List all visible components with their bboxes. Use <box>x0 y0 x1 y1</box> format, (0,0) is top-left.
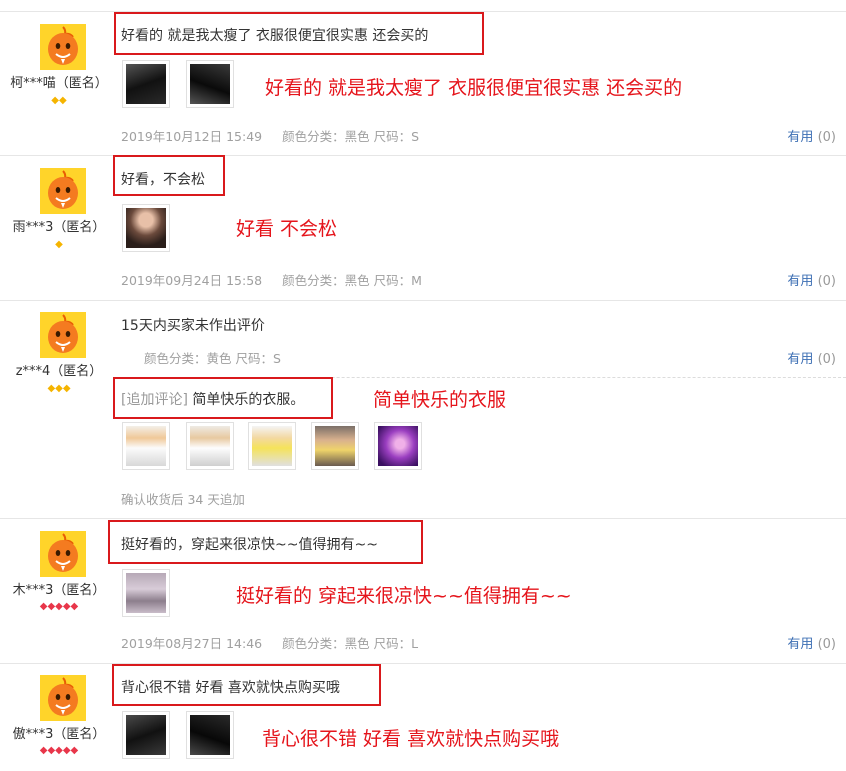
red-diamond-level-icon: ◆◆◆◆◆ <box>39 745 79 756</box>
useful-label: 有用 <box>787 637 814 652</box>
username[interactable]: 木***3（匿名） <box>0 579 118 598</box>
annotation-text: 简单快乐的衣服 <box>373 389 507 411</box>
user-avatar[interactable] <box>40 312 86 358</box>
useful-count: (0) <box>817 130 836 145</box>
useful-button[interactable]: 有用 (0) <box>787 270 836 289</box>
review-item: 雨***3（匿名） ◆ 好看，不会松 好看 不会松 2019年09月24日 15… <box>0 155 846 300</box>
sku-info: 颜色分类：黄色 尺码：S <box>144 351 281 366</box>
append-time: 确认收货后 34 天追加 <box>121 492 245 507</box>
append-text: 简单快乐的衣服。 <box>192 392 305 408</box>
useful-count: (0) <box>817 637 836 652</box>
review-item: z***4（匿名） ◆◆◆ 15天内买家未作出评价 颜色分类：黄色 尺码：S 有… <box>0 301 846 518</box>
useful-count: (0) <box>817 352 836 367</box>
review-photo[interactable] <box>186 422 234 470</box>
user-avatar[interactable] <box>40 168 86 214</box>
useful-button[interactable]: 有用 (0) <box>787 633 836 652</box>
review-photo[interactable] <box>122 422 170 470</box>
review-photo[interactable] <box>374 422 422 470</box>
review-photo[interactable] <box>248 422 296 470</box>
review-photo[interactable] <box>122 569 170 617</box>
useful-count: (0) <box>817 274 836 289</box>
review-date: 2019年09月24日 15:58 <box>121 273 263 288</box>
review-text: 15天内买家未作出评价 <box>121 318 265 334</box>
review-text: 背心很不错 好看 喜欢就快点购买哦 <box>121 680 340 696</box>
useful-label: 有用 <box>787 130 814 145</box>
review-photo[interactable] <box>186 711 234 759</box>
review-text: 好看，不会松 <box>121 172 205 188</box>
review-text: 挺好看的，穿起来很凉快~~值得拥有~~ <box>121 537 378 553</box>
append-review: [追加评论] 简单快乐的衣服。 <box>121 389 304 409</box>
useful-label: 有用 <box>787 274 814 289</box>
user-avatar[interactable] <box>40 531 86 577</box>
username[interactable]: 傲***3（匿名） <box>0 723 118 742</box>
username[interactable]: 柯***喵（匿名） <box>0 72 118 91</box>
review-item: 傲***3（匿名） ◆◆◆◆◆ 背心很不错 好看 喜欢就快点购买哦 背心很不错 … <box>0 664 846 771</box>
diamond-level-icon: ◆◆ <box>51 95 67 106</box>
review-item: 柯***喵（匿名） ◆◆ 好看的 就是我太瘦了 衣服很便宜很实惠 还会买的 好看… <box>0 0 846 156</box>
review-text: 好看的 就是我太瘦了 衣服很便宜很实惠 还会买的 <box>121 28 429 44</box>
sku-info: 颜色分类：黑色 尺码：L <box>282 636 419 651</box>
sku-info: 颜色分类：黑色 尺码：M <box>282 273 422 288</box>
review-photo[interactable] <box>122 204 170 252</box>
review-meta: 2019年08月27日 14:46 颜色分类：黑色 尺码：L <box>121 633 418 652</box>
review-photo[interactable] <box>122 60 170 108</box>
annotation-text: 背心很不错 好看 喜欢就快点购买哦 <box>262 728 560 750</box>
username[interactable]: z***4（匿名） <box>0 360 118 379</box>
review-photo[interactable] <box>122 711 170 759</box>
review-item: 木***3（匿名） ◆◆◆◆◆ 挺好看的，穿起来很凉快~~值得拥有~~ 挺好看的… <box>0 519 846 663</box>
username[interactable]: 雨***3（匿名） <box>0 216 118 235</box>
diamond-level-icon: ◆◆◆ <box>47 383 71 394</box>
sku-info: 颜色分类：黑色 尺码：S <box>282 129 420 144</box>
append-tag: [追加评论] <box>121 392 188 408</box>
review-date: 2019年08月27日 14:46 <box>121 636 263 651</box>
red-diamond-level-icon: ◆◆◆◆◆ <box>39 601 79 612</box>
review-date: 2019年10月12日 15:49 <box>121 129 263 144</box>
review-photo[interactable] <box>186 60 234 108</box>
review-meta: 2019年10月12日 15:49 颜色分类：黑色 尺码：S <box>121 126 419 145</box>
user-avatar[interactable] <box>40 24 86 70</box>
annotation-text: 好看的 就是我太瘦了 衣服很便宜很实惠 还会买的 <box>265 77 683 99</box>
review-photo[interactable] <box>311 422 359 470</box>
annotation-text: 好看 不会松 <box>236 218 338 240</box>
annotation-text: 挺好看的 穿起来很凉快~~值得拥有~~ <box>236 585 572 607</box>
diamond-level-icon: ◆ <box>55 239 63 250</box>
useful-label: 有用 <box>787 352 814 367</box>
useful-button[interactable]: 有用 (0) <box>787 126 836 145</box>
review-meta: 2019年09月24日 15:58 颜色分类：黑色 尺码：M <box>121 270 422 289</box>
useful-button[interactable]: 有用 (0) <box>787 348 836 367</box>
user-avatar[interactable] <box>40 675 86 721</box>
